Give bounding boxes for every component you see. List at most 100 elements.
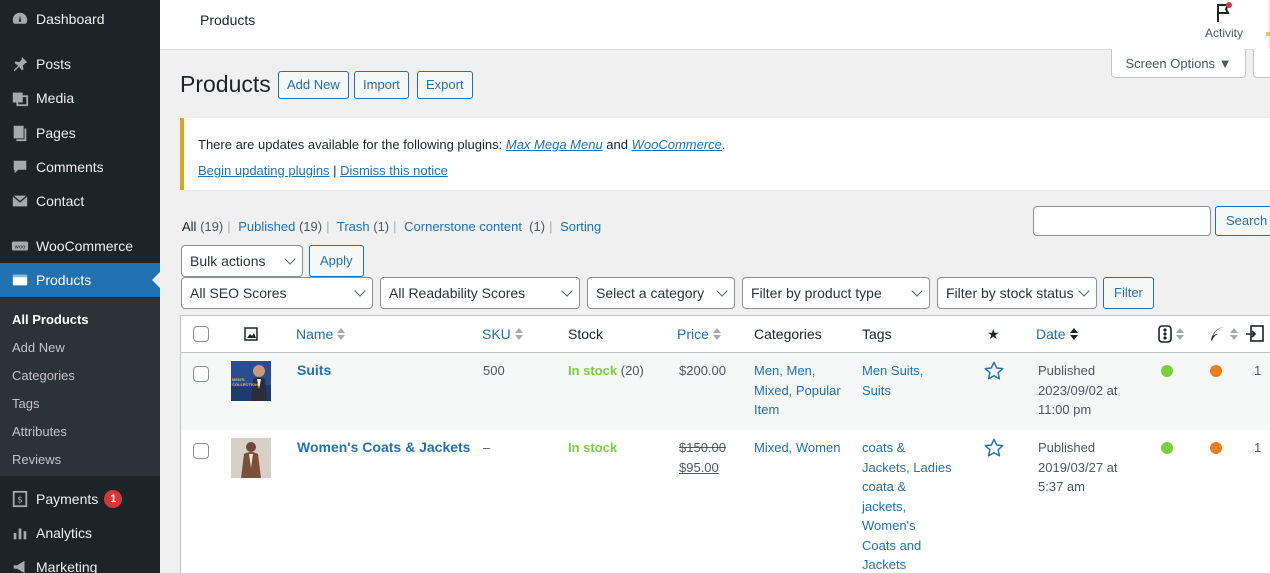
- comments-icon: [10, 157, 30, 177]
- featured-star-icon[interactable]: [983, 437, 1005, 465]
- menu-woocommerce[interactable]: woo WooCommerce: [0, 229, 160, 263]
- category-link[interactable]: Mixed, Popular: [754, 383, 841, 398]
- select-all-checkbox[interactable]: [193, 326, 209, 342]
- product-name[interactable]: Suits: [297, 361, 331, 381]
- chevron-down-icon: [561, 285, 573, 297]
- filter-button[interactable]: Filter: [1103, 277, 1154, 309]
- search-products-button[interactable]: Search p: [1215, 206, 1270, 236]
- menu-media[interactable]: Media: [0, 81, 160, 115]
- products-submenu: All Products Add New Categories Tags Att…: [0, 298, 160, 476]
- column-links[interactable]: [1244, 323, 1266, 348]
- product-tags[interactable]: Men Suits, Suits: [862, 361, 962, 400]
- flag-icon: [1213, 2, 1235, 24]
- sort-icon: [337, 328, 346, 340]
- seo-score-select[interactable]: All SEO Scores: [181, 277, 373, 309]
- begin-updating-link[interactable]: Begin updating plugins: [198, 163, 330, 178]
- products-table: Name SKU Stock Price Categories Tags ★ D…: [180, 315, 1270, 573]
- product-tags[interactable]: coats & Jackets, Ladies coata & jackets,…: [862, 438, 962, 573]
- seo-score-dot: [1161, 442, 1173, 454]
- menu-products[interactable]: Products: [0, 263, 160, 297]
- admin-sidebar: Dashboard Posts Media Pages Comments Con…: [0, 0, 160, 573]
- date-time: 11:00 pm: [1038, 402, 1092, 417]
- product-categories[interactable]: Mixed, Women: [754, 438, 854, 458]
- view-all[interactable]: All: [182, 219, 196, 234]
- column-featured[interactable]: ★: [987, 326, 1000, 343]
- column-date[interactable]: Date: [1036, 326, 1078, 342]
- tag-link[interactable]: coata &: [862, 479, 906, 494]
- link-count: 1: [1254, 440, 1262, 455]
- product-thumbnail[interactable]: [231, 438, 271, 478]
- submenu-add-new[interactable]: Add New: [12, 340, 65, 355]
- readability-score-dot: [1210, 365, 1222, 377]
- product-name-link[interactable]: Suits: [297, 362, 331, 378]
- dismiss-notice-link[interactable]: Dismiss this notice: [340, 163, 448, 178]
- stock-status-select[interactable]: Filter by stock status: [937, 277, 1097, 309]
- date-value: 2019/03/27 at: [1038, 459, 1118, 475]
- product-thumbnail[interactable]: MEN'S COLLECTION: [231, 361, 271, 401]
- tag-link[interactable]: Men Suits,: [862, 363, 923, 378]
- category-select[interactable]: Select a category: [587, 277, 735, 309]
- view-sorting[interactable]: Sorting: [560, 219, 601, 234]
- menu-marketing[interactable]: Marketing: [0, 550, 160, 573]
- view-cornerstone[interactable]: Cornerstone content: [404, 219, 522, 234]
- activity-button[interactable]: Activity: [1200, 0, 1248, 48]
- product-categories[interactable]: Men, Men, Mixed, Popular Item: [754, 361, 854, 420]
- menu-marketing-label: Marketing: [36, 559, 98, 573]
- menu-analytics[interactable]: Analytics: [0, 516, 160, 550]
- view-all-count: (19): [200, 219, 224, 234]
- add-new-button[interactable]: Add New: [278, 71, 349, 99]
- stock-quantity: (20): [617, 363, 644, 378]
- svg-text:woo: woo: [15, 244, 26, 250]
- search-input[interactable]: [1033, 206, 1211, 236]
- help-tab[interactable]: [1253, 49, 1270, 78]
- pin-icon: [10, 54, 30, 74]
- screen-options-button[interactable]: Screen Options ▼: [1111, 49, 1246, 78]
- submenu-categories[interactable]: Categories: [12, 368, 75, 383]
- column-price[interactable]: Price: [677, 326, 721, 342]
- category-link[interactable]: Item: [754, 402, 779, 417]
- menu-payments[interactable]: $ Payments 1: [0, 482, 160, 516]
- plugin-link-max-mega-menu[interactable]: Max Mega Menu: [506, 137, 603, 152]
- column-sku[interactable]: SKU: [482, 326, 523, 342]
- column-seo[interactable]: [1158, 325, 1184, 346]
- row-checkbox[interactable]: [193, 443, 209, 459]
- tag-link[interactable]: Coats and: [862, 538, 921, 553]
- row-checkbox[interactable]: [193, 366, 209, 382]
- product-name[interactable]: Women's Coats & Jackets: [297, 438, 470, 458]
- featured-star-icon[interactable]: [983, 360, 1005, 388]
- sort-icon: [1230, 328, 1238, 341]
- export-button[interactable]: Export: [417, 71, 473, 99]
- menu-comments[interactable]: Comments: [0, 150, 160, 184]
- tag-link[interactable]: Women's: [862, 518, 916, 533]
- menu-posts[interactable]: Posts: [0, 47, 160, 81]
- menu-dashboard[interactable]: Dashboard: [0, 2, 160, 36]
- chevron-down-icon: [1078, 285, 1090, 297]
- column-name[interactable]: Name: [296, 326, 346, 342]
- bulk-actions-select[interactable]: Bulk actions: [181, 245, 303, 277]
- menu-pages[interactable]: Pages: [0, 116, 160, 150]
- apply-button[interactable]: Apply: [309, 245, 364, 277]
- category-link[interactable]: Men, Men,: [754, 363, 815, 378]
- menu-contact[interactable]: Contact: [0, 184, 160, 218]
- table-header: Name SKU Stock Price Categories Tags ★ D…: [181, 316, 1270, 353]
- tag-link[interactable]: coats &: [862, 440, 905, 455]
- submenu-attributes[interactable]: Attributes: [12, 424, 67, 439]
- column-readability[interactable]: [1208, 325, 1238, 346]
- submenu-tags[interactable]: Tags: [12, 396, 39, 411]
- tag-link[interactable]: Jackets: [862, 557, 906, 572]
- product-name-link[interactable]: Women's Coats & Jackets: [297, 439, 470, 455]
- plugin-link-woocommerce[interactable]: WooCommerce: [632, 137, 722, 152]
- readability-score-select[interactable]: All Readability Scores: [380, 277, 580, 309]
- submenu-all-products[interactable]: All Products: [12, 312, 89, 327]
- product-type-select[interactable]: Filter by product type: [742, 277, 930, 309]
- tag-link[interactable]: Suits: [862, 383, 891, 398]
- notice-message: There are updates available for the foll…: [198, 137, 726, 152]
- tag-link[interactable]: Jackets, Ladies: [862, 460, 952, 475]
- date-status: Published: [1038, 440, 1096, 455]
- import-button[interactable]: Import: [354, 71, 409, 99]
- view-trash[interactable]: Trash: [337, 219, 370, 234]
- submenu-reviews[interactable]: Reviews: [12, 452, 61, 467]
- tag-link[interactable]: jackets,: [862, 499, 906, 514]
- view-published[interactable]: Published: [238, 219, 295, 234]
- category-link[interactable]: Mixed, Women: [754, 440, 840, 455]
